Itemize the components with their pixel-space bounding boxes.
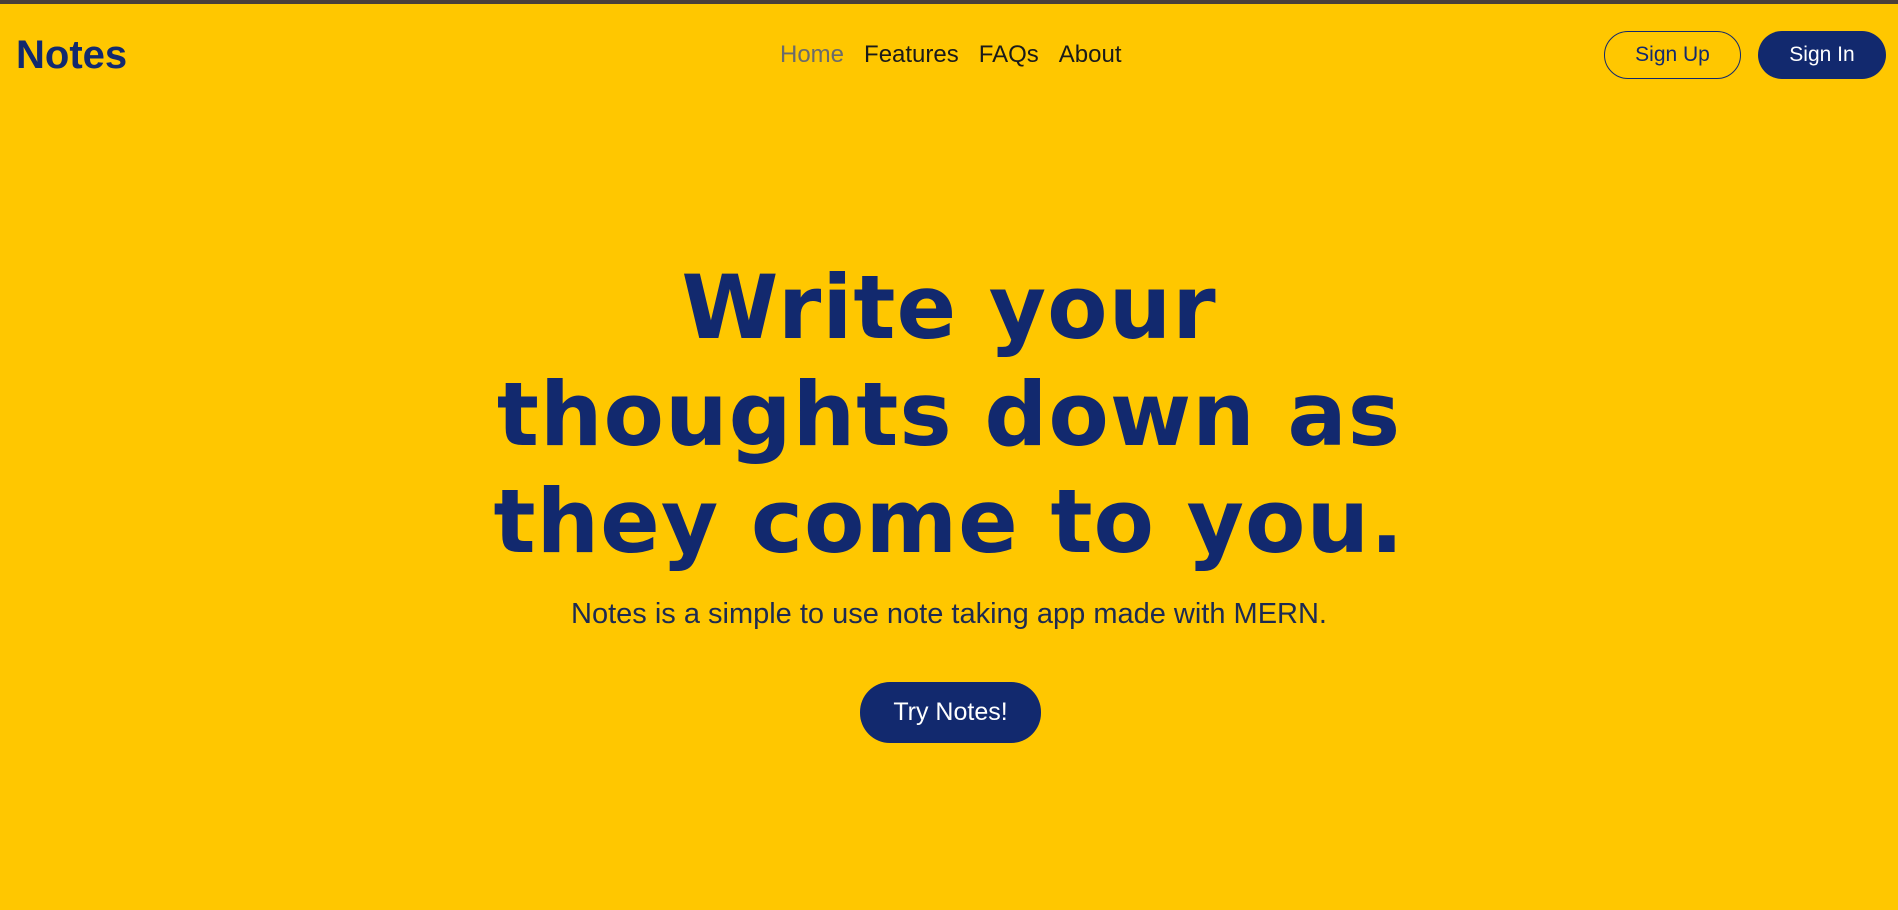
sign-in-button[interactable]: Sign In [1758, 31, 1886, 79]
navbar: Notes Home Features FAQs About Sign Up S… [0, 4, 1898, 104]
nav-item-home[interactable]: Home [780, 40, 844, 70]
try-notes-button[interactable]: Try Notes! [860, 682, 1041, 743]
nav-item-faqs[interactable]: FAQs [979, 40, 1039, 70]
try-notes-label: Try Notes! [893, 698, 1008, 726]
sign-in-label: Sign In [1789, 43, 1855, 66]
nav-item-about[interactable]: About [1059, 40, 1122, 70]
sign-up-button[interactable]: Sign Up [1604, 31, 1741, 79]
brand-logo[interactable]: Notes [16, 32, 127, 78]
hero-section: Write your thoughts down as they come to… [0, 254, 1898, 631]
hero-subtitle: Notes is a simple to use note taking app… [571, 598, 1327, 630]
nav-item-features[interactable]: Features [864, 40, 959, 70]
nav-links: Home Features FAQs About [780, 40, 1121, 70]
sign-up-label: Sign Up [1635, 43, 1710, 66]
hero-title: Write your thoughts down as they come to… [493, 256, 1405, 573]
